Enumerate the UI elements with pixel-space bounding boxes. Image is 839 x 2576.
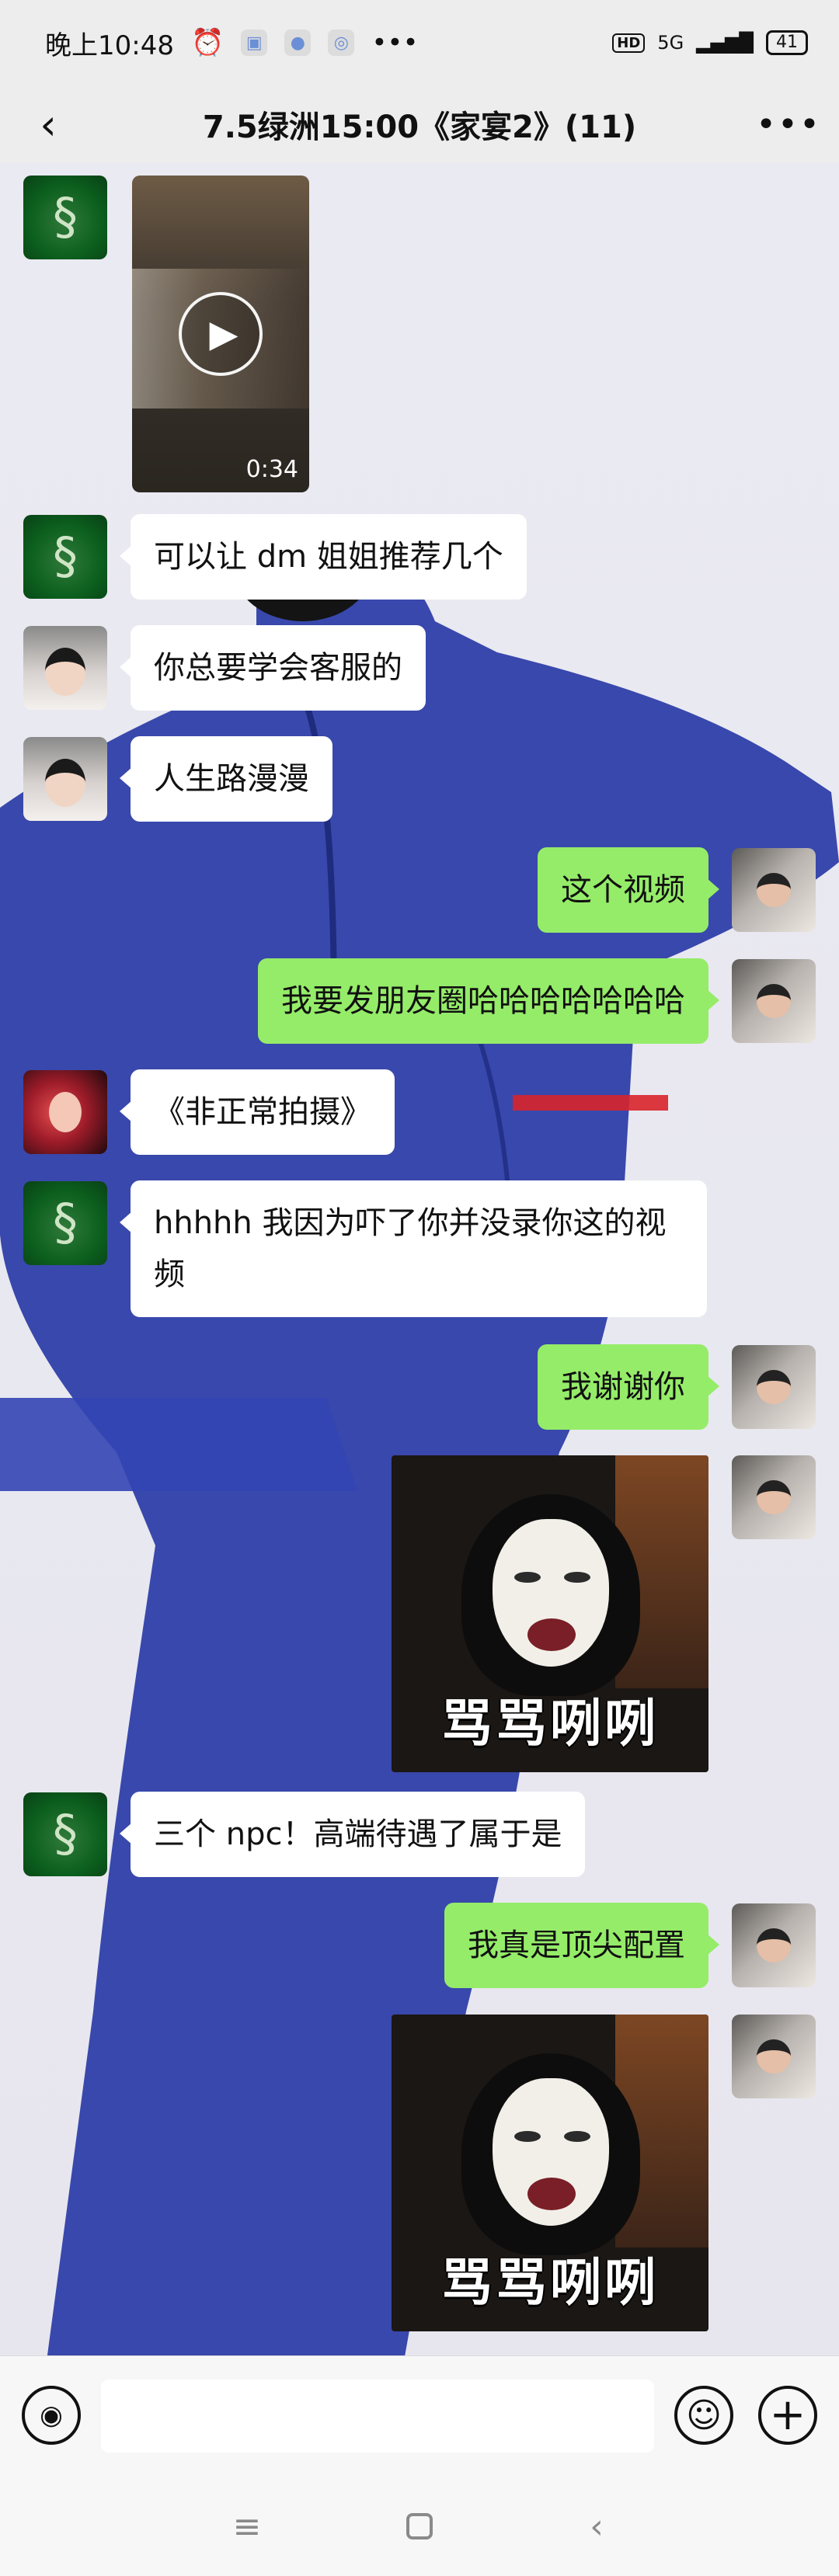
message-item: § 三个 npc！高端待遇了属于是 — [0, 1792, 839, 1877]
snake-emblem-icon: § — [53, 1194, 78, 1252]
message-item: § 可以让 dm 姐姐推荐几个 — [0, 514, 839, 600]
video-message[interactable]: ▶ 0:34 — [132, 176, 309, 492]
message-item: § ▶ 0:34 — [0, 163, 839, 497]
avatar[interactable] — [23, 737, 107, 821]
chat-header: ‹ 7.5绿洲15:00《家宴2》(11) ••• — [0, 85, 839, 163]
network-type: 5G — [657, 32, 684, 54]
message-item: § hhhhh 我因为吓了你并没录你这的视频 — [0, 1180, 839, 1317]
chat-title: 7.5绿洲15:00《家宴2》(11) — [202, 110, 637, 145]
system-back-button[interactable]: ‹ — [572, 2501, 621, 2551]
status-time: 晚上10:48 — [45, 30, 174, 61]
system-nav-bar: ≡ ‹ — [0, 2475, 839, 2576]
message-bubble[interactable]: 《非正常拍摄》 — [120, 1069, 395, 1155]
message-bubble[interactable]: 我真是顶尖配置 — [444, 1903, 719, 1988]
emoji-button[interactable]: ☺ — [674, 2386, 733, 2445]
sticker-caption: 骂骂咧咧 — [441, 1694, 659, 1754]
message-item: 人生路漫漫 — [0, 736, 839, 822]
back-triangle-icon: ‹ — [590, 2506, 604, 2546]
more-notifications-icon: ••• — [371, 27, 419, 58]
play-icon[interactable]: ▶ — [179, 292, 263, 376]
voice-button[interactable]: ◉ — [22, 2386, 81, 2445]
plus-icon: + — [769, 2390, 806, 2440]
message-item: 骂骂咧咧 — [0, 1455, 839, 1772]
signal-icon: ▂▄▆█ — [696, 32, 754, 54]
battery-level: 41 — [766, 30, 808, 55]
chat-area[interactable]: § ▶ 0:34 § 可以让 dm 姐姐推荐几个 你总要学会客服的 人生路漫漫 … — [0, 163, 839, 2355]
avatar[interactable]: § — [23, 176, 107, 259]
message-bubble[interactable]: 这个视频 — [538, 847, 719, 933]
message-item: 我真是顶尖配置 — [0, 1903, 839, 1988]
sticker-message[interactable]: 骂骂咧咧 — [392, 2015, 708, 2331]
home-button[interactable] — [395, 2501, 444, 2551]
message-bubble[interactable]: 三个 npc！高端待遇了属于是 — [119, 1792, 586, 1877]
message-item: 这个视频 — [0, 847, 839, 933]
message-item: 《非正常拍摄》 — [0, 1069, 839, 1155]
recent-apps-button[interactable]: ≡ — [222, 2501, 272, 2551]
snake-emblem-icon: § — [53, 189, 78, 246]
message-bubble[interactable]: hhhhh 我因为吓了你并没录你这的视频 — [120, 1180, 707, 1317]
voice-icon: ◉ — [40, 2400, 63, 2431]
snake-emblem-icon: § — [53, 528, 78, 586]
sticker-message[interactable]: 骂骂咧咧 — [392, 1455, 708, 1772]
avatar[interactable]: § — [23, 1792, 107, 1876]
avatar[interactable] — [732, 1903, 816, 1987]
ellipsis-icon: ••• — [756, 104, 821, 144]
message-bubble[interactable]: 你总要学会客服的 — [120, 625, 426, 711]
message-item: 我要发朋友圈哈哈哈哈哈哈哈 — [0, 958, 839, 1044]
message-item: 我谢谢你 — [0, 1344, 839, 1430]
more-options-button[interactable]: ••• — [756, 99, 820, 149]
avatar[interactable] — [732, 1455, 816, 1539]
app-notification-icon: ▣ — [241, 30, 268, 56]
message-item: 骂骂咧咧 — [0, 2015, 839, 2331]
avatar[interactable] — [23, 626, 107, 710]
input-bar: ◉ ☺ + — [0, 2355, 839, 2475]
emoji-icon: ☺ — [686, 2395, 722, 2435]
avatar[interactable]: § — [23, 515, 107, 599]
app-notification-icon: ◎ — [328, 30, 355, 56]
message-input[interactable] — [101, 2380, 654, 2453]
message-bubble[interactable]: 我谢谢你 — [538, 1344, 719, 1430]
home-icon — [406, 2513, 433, 2539]
avatar[interactable] — [732, 848, 816, 932]
avatar[interactable] — [732, 2015, 816, 2098]
hd-badge: HD — [612, 33, 646, 53]
snake-emblem-icon: § — [53, 1806, 78, 1863]
message-item: 你总要学会客服的 — [0, 625, 839, 711]
back-button[interactable]: ‹ — [23, 99, 73, 149]
alarm-icon: ⏰ — [190, 27, 225, 58]
avatar[interactable] — [23, 1070, 107, 1154]
chevron-left-icon: ‹ — [40, 99, 57, 149]
status-bar: 晚上10:48 ⏰ ▣ ● ◎ ••• HD 5G ▂▄▆█ 41 — [0, 0, 839, 85]
message-bubble[interactable]: 人生路漫漫 — [120, 736, 332, 822]
app-notification-icon: ● — [284, 30, 312, 56]
avatar[interactable]: § — [23, 1181, 107, 1265]
sticker-caption: 骂骂咧咧 — [441, 2253, 659, 2313]
more-actions-button[interactable]: + — [758, 2386, 817, 2445]
message-bubble[interactable]: 我要发朋友圈哈哈哈哈哈哈哈 — [258, 958, 719, 1044]
avatar[interactable] — [732, 959, 816, 1043]
video-duration: 0:34 — [245, 456, 298, 483]
avatar[interactable] — [732, 1345, 816, 1429]
menu-icon: ≡ — [232, 2506, 262, 2546]
message-bubble[interactable]: 可以让 dm 姐姐推荐几个 — [120, 514, 527, 600]
